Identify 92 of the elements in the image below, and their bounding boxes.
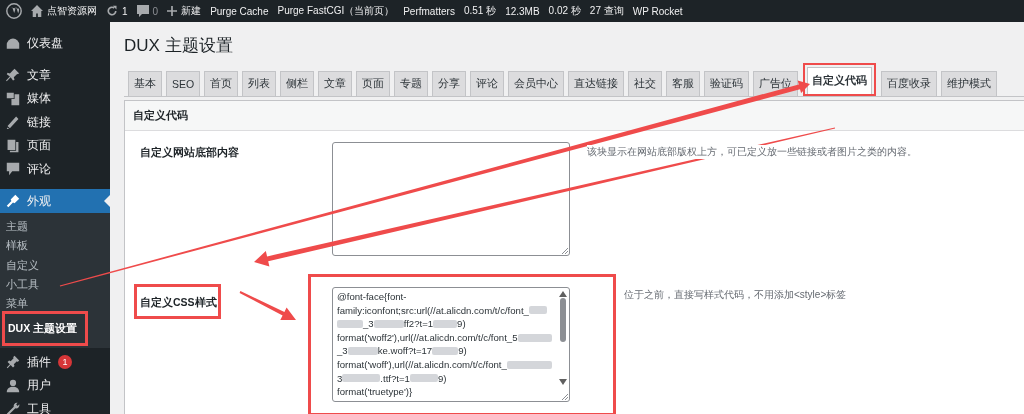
site-link[interactable]: 点智资源网 [31, 4, 97, 18]
settings-tab[interactable]: SEO [166, 71, 201, 96]
code-line: format('truetype')} [337, 385, 414, 399]
pointer-icon [104, 195, 110, 207]
redaction-blur [506, 360, 552, 369]
menu-item[interactable]: 评论 [0, 157, 110, 181]
paintbrush-icon [6, 194, 20, 208]
scroll-up-icon[interactable] [558, 291, 567, 297]
stat-text: 0.51 秒 [463, 4, 497, 18]
redaction-blur [347, 347, 378, 356]
settings-tab[interactable]: 文章 [318, 71, 353, 96]
home-icon [31, 5, 43, 17]
settings-tab[interactable]: 专题 [394, 71, 429, 96]
user-icon [6, 378, 20, 393]
menu-item[interactable]: 用户 [0, 374, 110, 398]
plug-icon [6, 355, 20, 370]
settings-tab[interactable]: 页面 [356, 71, 391, 96]
toolbar-link[interactable]: WP Rocket [632, 5, 683, 17]
stat-text: 0.02 秒 [548, 4, 581, 18]
field-description: 位于之前，直接写样式代码，不用添加<style>标签 [624, 288, 847, 302]
resize-handle-icon[interactable] [561, 247, 568, 254]
code-line: _3 ff2?t=1 9) [337, 317, 552, 331]
text-area[interactable] [332, 142, 570, 256]
submenu-item[interactable]: 样板 [0, 236, 110, 256]
stat-text: 12.3MB [505, 5, 540, 17]
toolbar-link[interactable]: Perfmatters [403, 5, 455, 17]
settings-tab[interactable]: 评论 [470, 71, 505, 96]
new-link[interactable]: 新建 [167, 4, 202, 18]
toolbar-link[interactable]: Purge Cache [210, 5, 269, 17]
updates-link[interactable]: 1 [106, 5, 128, 17]
submenu-item[interactable]: 小工具 [0, 274, 110, 295]
settings-tab[interactable]: 验证码 [704, 71, 750, 96]
settings-tab[interactable]: 首页 [204, 71, 239, 96]
settings-tab[interactable]: 分享 [432, 71, 467, 96]
page-title: DUX 主题设置 [124, 35, 234, 57]
count-badge: 1 [58, 355, 72, 370]
scroll-down-icon[interactable] [558, 379, 567, 385]
media-icon [6, 91, 20, 106]
code-line: _3 ke.woff?t=17 9) [337, 344, 468, 358]
annotation-arrow [239, 291, 296, 320]
code-line: family:iconfont;src:url(//at.alicdn.com/t/c/font_ [337, 303, 552, 318]
resize-handle-icon[interactable] [561, 393, 568, 400]
redaction-blur [342, 374, 381, 383]
toolbar-link[interactable]: Purge FastCGI（当前页） [277, 4, 395, 18]
refresh-icon [106, 5, 118, 17]
settings-tab[interactable]: 侧栏 [280, 71, 315, 96]
comment-icon [136, 5, 149, 17]
field-label: 自定义CSS样式 [140, 296, 217, 310]
submenu-item[interactable]: 主题 [0, 217, 110, 237]
settings-tab[interactable]: 百度收录 [881, 71, 938, 96]
menu-item[interactable]: 链接 [0, 110, 110, 134]
wordpress-logo[interactable] [6, 3, 22, 19]
menu-item[interactable]: 文章 [0, 63, 110, 87]
redaction-blur [517, 333, 552, 342]
redaction-blur [528, 306, 547, 315]
code-line: 3 .ttf?t=1 9) [337, 371, 448, 386]
panel-heading: 自定义代码 [125, 101, 1024, 131]
submenu-item[interactable]: 菜单 [0, 294, 110, 314]
wrench-icon [6, 402, 20, 414]
redaction-blur [409, 374, 438, 383]
pin-icon [6, 68, 20, 83]
code-line: @font-face{font- [337, 290, 408, 304]
code-field[interactable] [332, 287, 570, 402]
menu-item[interactable]: 媒体 [0, 87, 110, 111]
comment-icon [6, 162, 20, 177]
menu-item[interactable]: 外观 [0, 189, 110, 213]
redaction-blur [337, 320, 363, 328]
settings-tab[interactable]: 会员中心 [508, 71, 565, 96]
plus-icon [167, 6, 178, 16]
redaction-blur [432, 347, 459, 356]
stat-text: 27 查询 [589, 4, 624, 18]
settings-tab[interactable]: 社交 [628, 71, 663, 96]
code-line: format('woff'),url(//at.alicdn.com/t/c/font_ [337, 357, 552, 372]
redaction-blur [433, 320, 458, 328]
field-label: 自定义网站底部内容 [140, 146, 239, 160]
menu-item[interactable]: 仪表盘 [0, 32, 110, 56]
redaction-blur [373, 320, 404, 328]
settings-tab[interactable]: 直达链接 [568, 71, 625, 96]
submenu-item[interactable]: 自定义 [0, 255, 110, 275]
code-line: format('woff2'),url(//at.alicdn.com/t/c/font_5 [337, 330, 552, 345]
menu-item[interactable]: 插件 1 [0, 350, 110, 374]
settings-tab[interactable]: 客服 [666, 71, 701, 96]
settings-tab[interactable]: 列表 [242, 71, 277, 96]
settings-tab[interactable]: 自定义代码 [807, 67, 873, 94]
menu-item[interactable]: 工具 [0, 397, 110, 414]
comments-link[interactable]: 0 [136, 5, 159, 17]
pages-icon [6, 138, 20, 153]
menu-item[interactable]: 页面 [0, 134, 110, 158]
settings-tab[interactable]: 基本 [128, 71, 162, 96]
dashboard-icon [6, 36, 20, 51]
settings-tab[interactable]: 维护模式 [941, 71, 998, 96]
submenu-item[interactable]: DUX 主题设置 [5, 314, 85, 344]
